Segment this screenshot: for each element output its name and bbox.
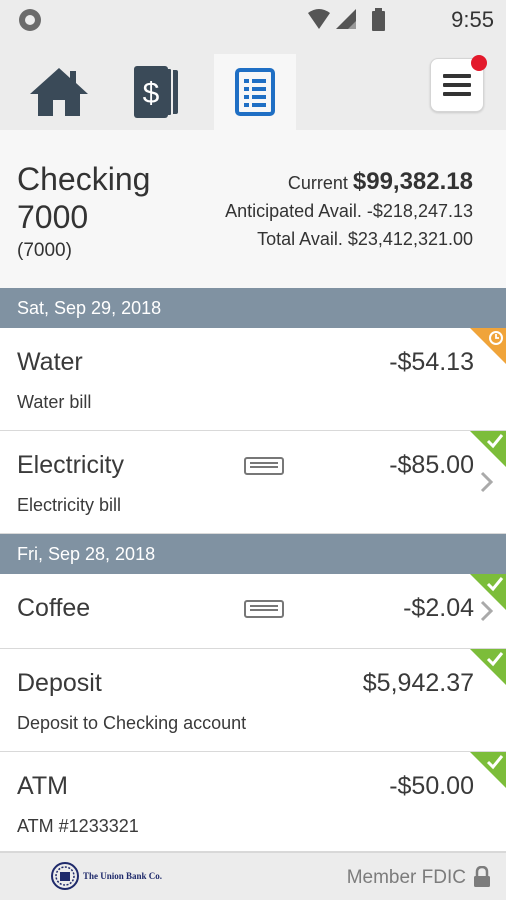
transaction-row[interactable]: Deposit Deposit to Checking account $5,9… — [0, 649, 506, 752]
transaction-amount: -$54.13 — [389, 348, 474, 376]
current-balance: $99,382.18 — [352, 168, 473, 195]
transaction-description: Electricity bill — [17, 495, 122, 515]
total-balance: $23,412,321.00 — [347, 229, 473, 249]
anticipated-label: Anticipated Avail. — [225, 201, 362, 221]
transaction-description: ATM #1233321 — [17, 816, 139, 836]
dollar-stack-icon: $ — [134, 66, 178, 118]
checkmark-icon — [486, 434, 504, 449]
hamburger-menu-icon — [443, 74, 471, 96]
fdic-label: Member FDIC — [346, 867, 466, 888]
lock-icon — [474, 866, 490, 887]
transaction-title: ATM — [17, 772, 68, 800]
memo-icon — [244, 457, 284, 475]
transaction-amount: $5,942.37 — [362, 669, 474, 697]
anticipated-balance: -$218,247.13 — [366, 201, 473, 221]
status-bar: 9:55 — [0, 0, 506, 40]
transaction-row[interactable]: Water Water bill -$54.13 — [0, 328, 506, 431]
total-balance-row: Total Avail. $23,412,321.00 — [225, 225, 473, 253]
tab-activity[interactable] — [214, 54, 296, 130]
bank-logo: The Union Bank Co. — [50, 861, 162, 891]
total-label: Total Avail. — [257, 229, 343, 249]
clock-icon — [489, 331, 503, 345]
transaction-description: Deposit to Checking account — [17, 713, 247, 733]
anticipated-balance-row: Anticipated Avail. -$218,247.13 — [225, 197, 473, 225]
top-navigation: $ — [0, 40, 506, 130]
checkmark-icon — [486, 577, 504, 592]
transaction-title: Deposit — [17, 669, 102, 697]
transaction-row[interactable]: Coffee -$2.04 — [0, 574, 506, 649]
balances: Current $99,382.18 Anticipated Avail. -$… — [225, 168, 473, 253]
checkmark-icon — [486, 755, 504, 770]
transaction-description: Water bill — [17, 392, 92, 412]
bank-name: The Union Bank Co. — [83, 871, 163, 881]
notification-badge — [471, 55, 487, 71]
status-time: 9:55 — [451, 7, 494, 32]
transaction-amount: -$2.04 — [403, 594, 474, 622]
footer: The Union Bank Co. Member FDIC — [0, 852, 506, 900]
tab-home[interactable] — [18, 54, 100, 130]
list-document-icon — [235, 68, 275, 116]
home-icon — [30, 68, 88, 116]
transaction-row[interactable]: ATM ATM #1233321 -$50.00 — [0, 752, 506, 852]
transaction-title: Electricity — [17, 451, 124, 479]
account-summary: Checking 7000 (7000) Current $99,382.18 … — [0, 130, 506, 288]
svg-text:$: $ — [143, 77, 160, 110]
menu-button[interactable] — [430, 55, 487, 112]
memo-icon — [244, 600, 284, 618]
date-header: Fri, Sep 28, 2018 — [0, 534, 506, 574]
transaction-amount: -$85.00 — [389, 451, 474, 479]
current-balance-row: Current $99,382.18 — [225, 168, 473, 197]
transaction-title: Water — [17, 348, 83, 376]
date-header: Sat, Sep 29, 2018 — [0, 288, 506, 328]
tab-accounts[interactable]: $ — [116, 54, 198, 130]
notification-dot-icon — [19, 9, 41, 31]
current-label: Current — [287, 173, 348, 193]
transaction-title: Coffee — [17, 594, 91, 622]
checkmark-icon — [486, 652, 504, 667]
account-name: Checking 7000 — [17, 161, 151, 235]
account-number: (7000) — [17, 240, 72, 261]
transaction-row[interactable]: Electricity Electricity bill -$85.00 — [0, 431, 506, 534]
signal-battery-icons — [308, 8, 385, 31]
transaction-amount: -$50.00 — [389, 772, 474, 800]
bank-seal-icon — [51, 862, 79, 890]
chevron-right-icon[interactable] — [480, 471, 494, 493]
